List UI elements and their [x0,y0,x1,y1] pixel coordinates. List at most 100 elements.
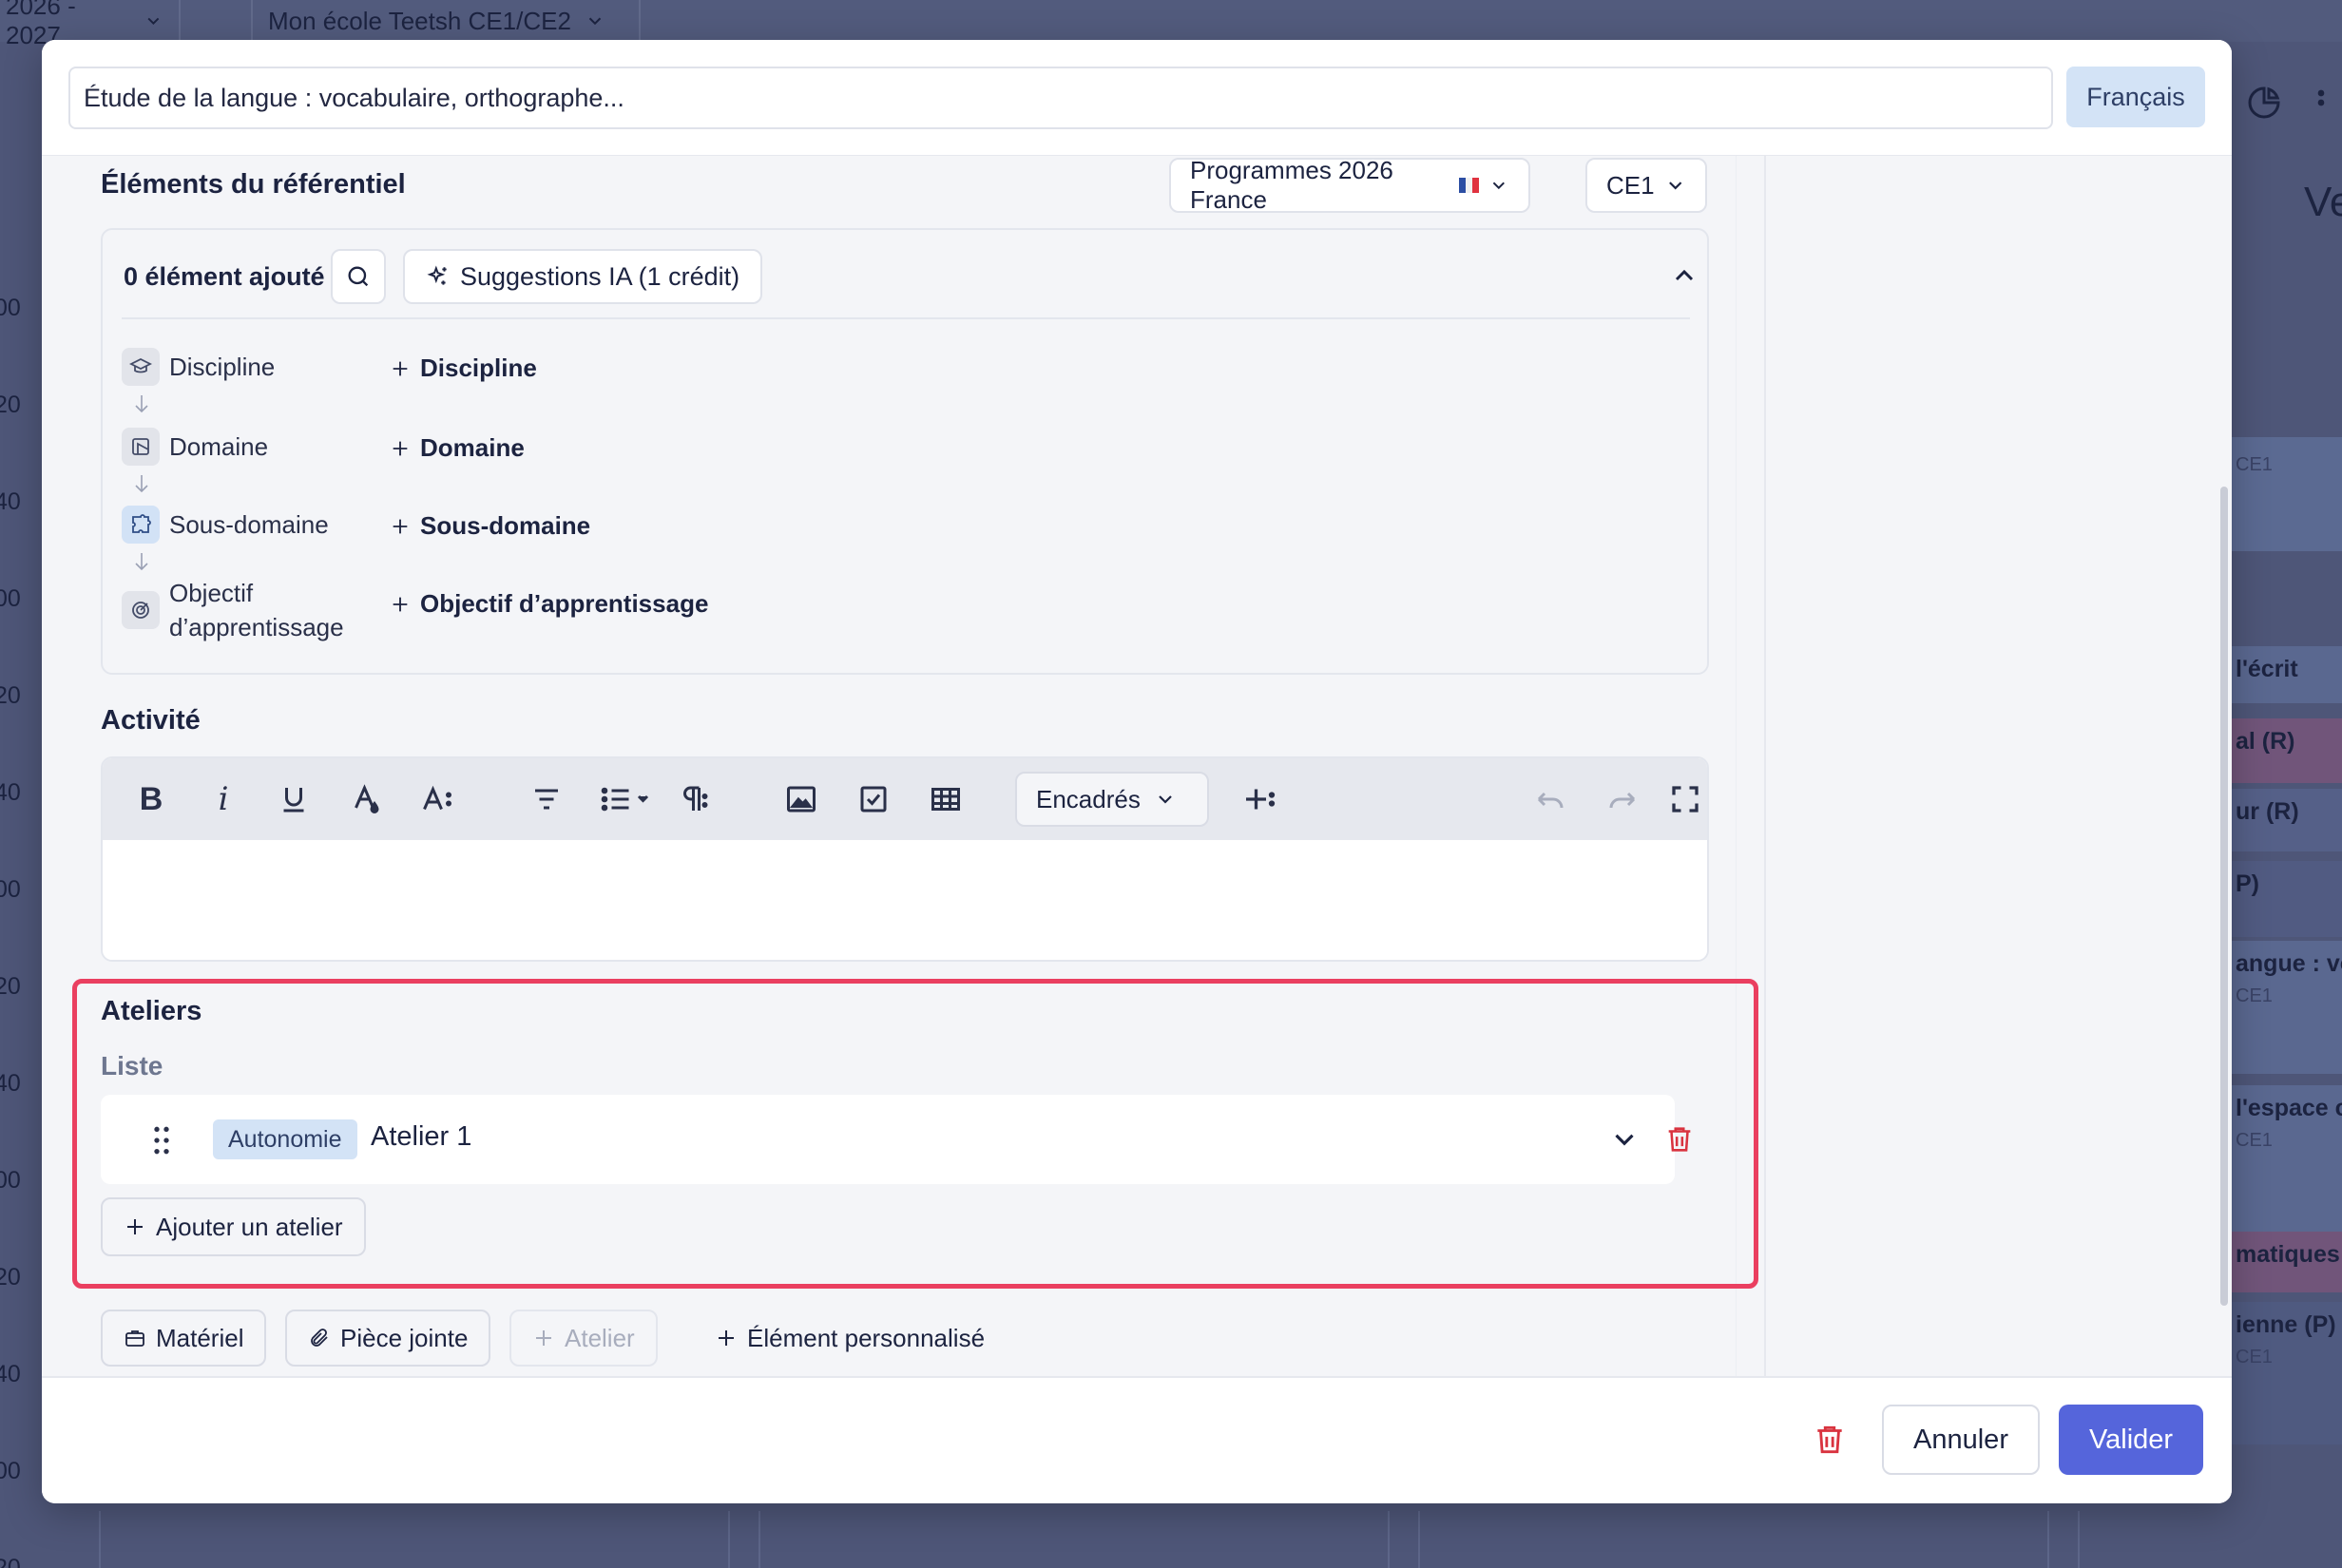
school-selector[interactable]: Mon école Teetsh CE1/CE2 [251,0,641,42]
hour-label: 00 [0,585,21,612]
plus-more-icon [1246,789,1276,810]
subject-pill[interactable]: Français [2066,67,2205,127]
graduation-cap-icon [122,348,160,386]
program-select-label: Programmes 2026 France [1190,156,1393,214]
event-title: ur (R) [2236,798,2299,825]
level-label: Objectif d’apprentissage [169,579,344,641]
validate-button[interactable]: Valider [2059,1405,2203,1475]
calendar-event[interactable]: ur (R) [2230,789,2342,851]
add-objectif-label: Objectif d’apprentissage [420,589,709,618]
add-material-button[interactable]: Matériel [101,1310,267,1367]
calendar-event[interactable]: angue : vo CE1 [2230,941,2342,1074]
hour-label: 00 [0,295,21,321]
text-color-button[interactable] [346,779,386,819]
drag-handle-icon[interactable] [143,1121,181,1159]
calendar-event[interactable]: P) [2230,861,2342,937]
event-class: CE1 [2236,1347,2273,1367]
delete-lesson-button[interactable] [1812,1420,1848,1460]
panel-divider [122,317,1690,319]
level-row-domaine: Domaine [122,428,388,466]
add-objectif-button[interactable]: Objectif d’apprentissage [390,589,708,619]
lesson-title-input[interactable] [68,67,2053,129]
add-domaine-label: Domaine [420,433,525,462]
insert-table-button[interactable] [926,779,966,819]
italic-button[interactable]: i [203,779,243,819]
plus-icon [393,597,408,611]
hour-label: 00 [0,1458,21,1484]
boxes-select[interactable]: Encadrés [1015,772,1209,827]
add-attachment-button[interactable]: Pièce jointe [285,1310,491,1367]
calendar-column-divider [758,1511,760,1568]
bold-button[interactable]: B [131,779,171,819]
calendar-column-divider [2047,1511,2049,1568]
align-center-icon [535,789,558,810]
plus-icon [536,1330,551,1346]
search-icon [348,266,369,287]
insert-checkbox-button[interactable] [854,779,893,819]
underline-button[interactable] [274,779,314,819]
event-title: l'écrit [2236,656,2298,682]
paragraph-button[interactable] [671,779,713,819]
ateliers-title: Ateliers [101,996,202,1026]
delete-atelier-button[interactable] [1663,1121,1696,1157]
chevron-down-icon [1493,182,1506,190]
sidebar-divider [1764,156,1766,1416]
atelier-chip-label: Atelier [565,1323,635,1352]
insert-image-button[interactable] [781,779,821,819]
background-events: CE1 l'écrit al (R) ur (R) P) angue : vo C… [2230,42,2342,1568]
font-size-button[interactable] [416,779,458,819]
event-class: CE1 [2236,985,2273,1006]
underline-icon [283,788,304,813]
undo-button[interactable] [1530,779,1570,819]
list-button[interactable] [591,779,658,819]
custom-element-label: Élément personnalisé [747,1323,986,1352]
level-row-discipline: Discipline [122,348,388,386]
calendar-event[interactable]: al (R) [2230,718,2342,783]
add-discipline-button[interactable]: Discipline [390,354,537,383]
fullscreen-button[interactable] [1665,779,1705,819]
plus-icon [393,441,408,455]
calendar-event[interactable]: matiques [2230,1232,2342,1292]
plus-icon [393,519,408,533]
event-title: angue : vo [2236,950,2342,977]
level-row-objectif: Objectif d’apprentissage [122,576,388,644]
hour-label: 20 [0,973,21,1000]
add-atelier-button[interactable]: Ajouter un atelier [101,1197,366,1256]
calendar-column-divider [2078,1511,2080,1568]
calendar-event[interactable]: l'écrit [2230,646,2342,703]
redo-button[interactable] [1603,779,1642,819]
hour-label: 40 [0,488,21,515]
calendar-event[interactable]: ienne (P) CE1 [2230,1302,2342,1444]
atelier-item[interactable]: Autonomie Atelier 1 [101,1095,1675,1184]
atelier-name: Atelier 1 [371,1121,472,1152]
ai-suggestions-button[interactable]: Suggestions IA (1 crédit) [403,249,763,304]
event-title: l'espace c [2236,1095,2342,1121]
activity-editor: B i Encadrés [101,756,1709,962]
activity-text-area[interactable] [103,840,1707,960]
chevron-down-icon [147,17,160,25]
plus-icon [719,1330,734,1346]
add-sous-domaine-button[interactable]: Sous-domaine [390,511,590,541]
year-selector[interactable]: 2026 - 2027 [0,0,181,49]
fullscreen-icon [1672,786,1699,813]
chevron-up-icon[interactable] [1669,260,1699,291]
search-button[interactable] [331,249,386,304]
calendar-event[interactable]: CE1 [2230,437,2342,551]
level-select[interactable]: CE1 [1585,158,1707,213]
ateliers-list-label: Liste [101,1051,163,1080]
arrow-down-icon [135,395,148,413]
scrollbar-thumb[interactable] [2220,487,2228,1306]
cancel-button[interactable]: Annuler [1882,1405,2040,1475]
add-custom-element-button[interactable]: Élément personnalisé [694,1310,1006,1367]
calendar-column-divider [1388,1511,1390,1568]
add-domaine-button[interactable]: Domaine [390,433,525,463]
align-button[interactable] [527,779,566,819]
referentiel-title: Éléments du référentiel [101,169,406,200]
plus-icon [127,1219,143,1234]
insert-more-button[interactable] [1239,779,1281,819]
bulleted-list-icon [601,787,649,812]
program-select[interactable]: Programmes 2026 France [1169,156,1530,214]
hour-label: 40 [0,779,21,806]
chevron-down-icon[interactable] [1608,1123,1641,1156]
add-atelier-chip[interactable]: Atelier [509,1310,658,1367]
